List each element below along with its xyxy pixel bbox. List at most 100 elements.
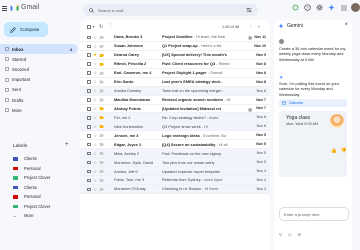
importance-marker-icon[interactable] (99, 80, 104, 84)
importance-marker-icon[interactable] (99, 53, 104, 57)
email-row[interactable]: ☆ Susan Johnson Q1 Project wrap-up - Here'… (80, 42, 270, 51)
importance-marker-icon[interactable] (99, 62, 104, 66)
prompt-input[interactable]: Enter a prompt here (279, 207, 349, 221)
importance-marker-icon[interactable] (99, 44, 104, 48)
row-checkbox[interactable] (87, 89, 91, 93)
refresh-icon[interactable]: ↻ (99, 24, 103, 30)
email-row[interactable]: ☆ Erin Santo Last year's EMEA strategy dec… (80, 78, 270, 87)
star-icon[interactable]: ☆ (93, 97, 97, 103)
importance-marker-icon[interactable] (99, 178, 104, 182)
star-icon[interactable]: ☆ (93, 115, 97, 121)
importance-marker-icon[interactable] (99, 169, 104, 174)
star-icon[interactable]: ☆ (93, 178, 97, 184)
importance-marker-icon[interactable] (99, 187, 104, 191)
row-checkbox[interactable] (87, 133, 91, 138)
apps-grid-icon[interactable] (339, 3, 348, 12)
importance-marker-icon[interactable] (99, 107, 104, 111)
star-icon[interactable]: ★ (93, 52, 97, 58)
settings-small-icon[interactable]: ⚙ (297, 232, 301, 237)
row-checkbox[interactable] (87, 53, 91, 58)
search-options-icon[interactable] (246, 7, 252, 13)
thumbs-up-icon[interactable]: 👍 (331, 148, 337, 154)
star-icon[interactable]: ☆ (93, 44, 97, 50)
status-icon[interactable] (291, 3, 300, 12)
sidebar-item-more[interactable]: More (0, 105, 78, 115)
settings-icon[interactable] (315, 3, 324, 12)
importance-marker-icon[interactable] (99, 151, 104, 156)
more-actions-icon[interactable]: ⋮ (108, 23, 113, 29)
search-input[interactable]: Search in mail (98, 8, 123, 13)
star-icon[interactable]: ☆ (93, 70, 97, 76)
row-checkbox[interactable] (87, 44, 91, 49)
star-icon[interactable]: ☆ (93, 61, 97, 67)
select-all-checkbox[interactable] (87, 25, 91, 29)
email-row[interactable]: ☆ Akshay Potnis [Updated invitation] Midwe… (80, 105, 270, 114)
importance-marker-icon[interactable] (99, 89, 104, 93)
email-row[interactable]: ★ Dearna Carey [UX] Special delivery! This… (80, 51, 270, 60)
row-checkbox[interactable] (87, 62, 91, 66)
row-checkbox[interactable] (87, 35, 91, 40)
gmail-logo[interactable]: Gmail (10, 4, 39, 11)
email-row[interactable]: ☆ Edgar, Joyce 2 [Q4] Secure an sustainabi… (80, 140, 270, 150)
star-icon[interactable]: ☆ (93, 151, 97, 157)
importance-marker-icon[interactable] (99, 125, 104, 129)
importance-marker-icon[interactable] (99, 35, 104, 39)
sidebar-item-important[interactable]: Important (0, 75, 78, 85)
row-checkbox[interactable] (87, 151, 91, 156)
email-row[interactable]: ☆ Pei, me 2 Re: Corp strategy slides? - Aw… (80, 113, 270, 123)
email-row[interactable]: ☆ Annika Crowley Town hall on the upcoming… (80, 86, 270, 96)
account-avatar[interactable] (351, 3, 360, 12)
star-icon[interactable]: ☆ (93, 106, 97, 112)
history-icon[interactable]: ◷ (288, 232, 292, 237)
sidebar-item-snoozed[interactable]: Snoozed (0, 64, 78, 74)
row-checkbox[interactable] (87, 169, 91, 174)
row-checkbox[interactable] (87, 98, 91, 102)
sidebar-item-drafts[interactable]: Drafts (0, 95, 78, 105)
row-checkbox[interactable] (87, 116, 91, 120)
label-item[interactable]: Personal (0, 192, 78, 202)
star-icon[interactable]: ☆ (93, 160, 97, 166)
row-checkbox[interactable] (87, 124, 91, 129)
select-menu-chevron-down-icon[interactable]: ▼ (92, 25, 95, 29)
importance-marker-icon[interactable] (99, 143, 104, 147)
label-item[interactable]: ⌄ More (0, 211, 78, 221)
label-item[interactable]: Clients (0, 154, 78, 164)
gemini-icon[interactable] (327, 3, 336, 12)
search-icon[interactable] (89, 7, 94, 13)
label-item[interactable]: Personal (0, 164, 78, 174)
calendar-chip[interactable]: Calendar (279, 99, 347, 107)
email-row[interactable]: ☆ Nick Kortesmitch Q3 Project snow week - … (80, 122, 270, 132)
next-page-icon[interactable]: › (258, 24, 260, 30)
importance-marker-icon[interactable] (99, 71, 104, 75)
row-checkbox[interactable] (87, 187, 91, 192)
importance-marker-icon[interactable] (99, 160, 104, 165)
event-card[interactable]: Yoga class Mon, Wed 9:00 AM (279, 111, 347, 177)
email-row[interactable]: ☆ Jensen, me 3 Logo redesign ideas - Excel… (80, 131, 270, 141)
email-row[interactable]: ☆ Dana, Brooks 3 Project Deadline - Hi tea… (80, 33, 270, 42)
close-icon[interactable]: × (344, 22, 348, 28)
label-item[interactable]: Project Clover (0, 173, 78, 183)
star-icon[interactable]: ☆ (93, 133, 97, 139)
row-checkbox[interactable] (87, 160, 91, 165)
attach-icon[interactable]: ⚲ (279, 232, 282, 237)
help-icon[interactable]: ? (303, 3, 312, 12)
star-icon[interactable]: ☆ (93, 35, 97, 41)
add-label-icon[interactable]: + (65, 142, 69, 148)
importance-marker-icon[interactable] (99, 98, 104, 102)
star-icon[interactable]: ☆ (93, 79, 97, 85)
previous-page-icon[interactable]: ‹ (250, 24, 252, 30)
email-row[interactable]: ☆ Earl, Cameron, me 4 Project Skylight 1-p… (80, 69, 270, 78)
star-icon[interactable]: ☆ (93, 187, 97, 193)
search-bar[interactable]: Search in mail (83, 4, 258, 16)
email-row[interactable]: ☆ Fabio, Tom, me 3 Referrals from Sydney -… (80, 176, 270, 185)
importance-marker-icon[interactable] (99, 116, 104, 120)
sidebar-item-starred[interactable]: Starred (0, 54, 78, 64)
label-item[interactable]: Clients (0, 183, 78, 193)
email-row[interactable]: ☆ Muraeem O'Grady Checking in re: Boston -… (80, 184, 270, 194)
star-icon[interactable]: ☆ (93, 88, 97, 94)
row-checkbox[interactable] (87, 71, 91, 75)
thumbs-down-icon[interactable]: 👎 (341, 148, 347, 154)
label-item[interactable]: Project Clover (0, 202, 78, 212)
email-row[interactable]: ☆ Muramon, Kylie, David Two pics from our … (80, 158, 270, 168)
compose-button[interactable]: Compose (4, 22, 48, 37)
